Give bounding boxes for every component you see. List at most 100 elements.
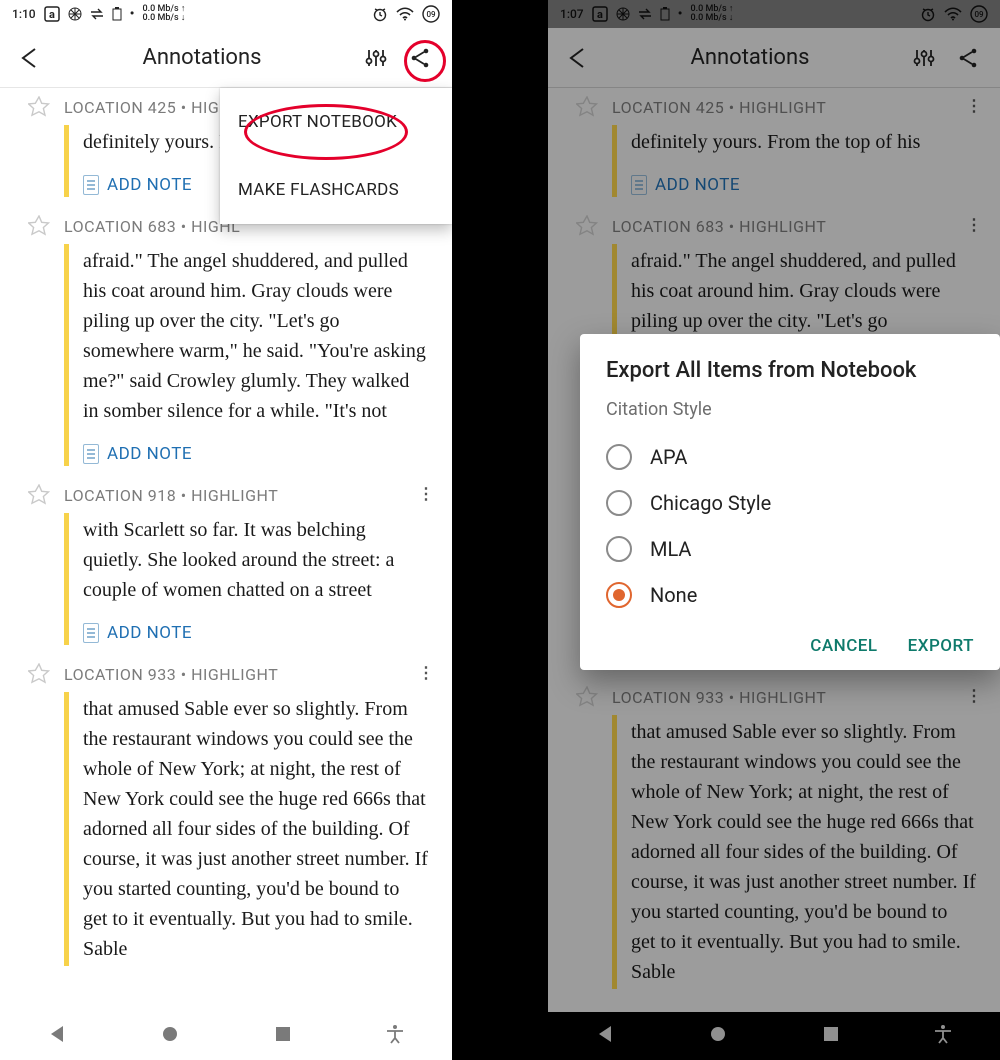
radio-icon[interactable] — [606, 490, 632, 516]
highlight-text: afraid." The angel shuddered, and pulled… — [83, 246, 428, 426]
highlight-text: with Scarlett so far. It was belching qu… — [83, 515, 428, 605]
app-bar: Annotations — [0, 28, 452, 88]
more-icon[interactable]: ⋮ — [966, 96, 982, 115]
annotation-entry[interactable]: ⋮LOCATION 425 • HIGHLIGHT definitely your… — [548, 88, 1000, 207]
page-title: Annotations — [598, 45, 902, 70]
add-note-button[interactable]: ADD NOTE — [631, 175, 976, 195]
system-nav — [548, 1012, 1000, 1060]
nav-home-icon[interactable] — [708, 1024, 728, 1048]
network-speed: 0.0 Mb/s ↑ 0.0 Mb/s ↓ — [143, 5, 186, 23]
highlight-text: definitely yours. From the top of his — [631, 127, 976, 157]
wifi-icon — [944, 7, 962, 21]
option-label: MLA — [650, 537, 691, 561]
sync-icon — [638, 8, 652, 20]
snow-icon — [616, 7, 630, 21]
nav-accessibility-icon[interactable] — [385, 1024, 405, 1048]
nav-back-icon[interactable] — [47, 1024, 67, 1048]
export-dialog: Export All Items from Notebook Citation … — [580, 334, 1000, 670]
clock: 1:07 — [560, 7, 584, 21]
share-button[interactable] — [398, 46, 442, 70]
svg-text:a: a — [597, 8, 603, 21]
menu-export-notebook[interactable]: EXPORT NOTEBOOK — [220, 88, 452, 156]
highlight-text: that amused Sable ever so slightly. From… — [83, 694, 428, 964]
add-note-button[interactable]: ADD NOTE — [83, 623, 428, 643]
option-label: APA — [650, 445, 687, 469]
annotation-entry[interactable]: ⋮LOCATION 933 • HIGHLIGHT that amused Sab… — [548, 678, 1000, 999]
star-icon[interactable] — [576, 686, 598, 712]
status-bar: 1:07 a • 0.0 Mb/s ↑ 0.0 Mb/s ↓ 09 — [548, 0, 1000, 28]
snow-icon — [68, 7, 82, 21]
nav-back-icon[interactable] — [595, 1024, 615, 1048]
entry-meta: LOCATION 683 • HIGHLIGHT — [612, 217, 976, 236]
clock: 1:10 — [12, 7, 36, 21]
option-label: Chicago Style — [650, 491, 771, 515]
more-icon[interactable]: ⋮ — [418, 484, 434, 503]
radio-icon[interactable] — [606, 536, 632, 562]
alarm-icon — [920, 6, 936, 22]
star-icon[interactable] — [28, 215, 50, 241]
annotation-entry[interactable]: ⋮LOCATION 918 • HIGHLIGHT with Scarlett s… — [0, 476, 452, 655]
more-icon[interactable]: ⋮ — [418, 663, 434, 682]
add-note-button[interactable]: ADD NOTE — [83, 444, 428, 464]
filter-button[interactable] — [354, 46, 398, 70]
star-icon[interactable] — [28, 484, 50, 510]
filter-button[interactable] — [902, 46, 946, 70]
nav-recent-icon[interactable] — [822, 1025, 840, 1047]
battery-badge-icon: 09 — [422, 5, 440, 23]
radio-icon[interactable] — [606, 582, 632, 608]
note-icon — [83, 623, 99, 643]
svg-text:09: 09 — [974, 10, 984, 19]
citation-option[interactable]: Chicago Style — [606, 480, 974, 526]
menu-make-flashcards[interactable]: MAKE FLASHCARDS — [220, 156, 452, 224]
annotation-list: LOCATION 425 • HIGHLdefinitely yours. Fr… — [0, 88, 452, 1012]
phone-left: 1:10 a • 0.0 Mb/s ↑ 0.0 Mb/s ↓ 09 — [0, 0, 452, 1060]
note-icon — [631, 175, 647, 195]
nav-home-icon[interactable] — [160, 1024, 180, 1048]
annotation-entry[interactable]: ⋮LOCATION 933 • HIGHLIGHT that amused Sab… — [0, 655, 452, 976]
more-icon[interactable]: ⋮ — [966, 686, 982, 705]
dialog-subtitle: Citation Style — [606, 399, 974, 420]
dialog-export-button[interactable]: EXPORT — [908, 636, 974, 656]
share-button[interactable] — [946, 46, 990, 70]
app-icon: a — [44, 6, 60, 22]
back-button[interactable] — [10, 45, 50, 71]
star-icon[interactable] — [576, 215, 598, 241]
network-speed: 0.0 Mb/s ↑ 0.0 Mb/s ↓ — [691, 5, 734, 23]
highlight-text: that amused Sable ever so slightly. From… — [631, 717, 976, 987]
nav-accessibility-icon[interactable] — [933, 1024, 953, 1048]
svg-text:09: 09 — [426, 10, 436, 19]
star-icon[interactable] — [576, 96, 598, 122]
annotation-entry[interactable]: LOCATION 683 • HIGHLafraid." The angel s… — [0, 207, 452, 476]
battery-small-icon — [112, 7, 122, 21]
svg-text:a: a — [49, 8, 55, 21]
radio-icon[interactable] — [606, 444, 632, 470]
citation-option[interactable]: APA — [606, 434, 974, 480]
overflow-menu: EXPORT NOTEBOOK MAKE FLASHCARDS — [220, 88, 452, 224]
note-icon — [83, 444, 99, 464]
battery-badge-icon: 09 — [970, 5, 988, 23]
app-icon: a — [592, 6, 608, 22]
alarm-icon — [372, 6, 388, 22]
wifi-icon — [396, 7, 414, 21]
entry-meta: LOCATION 933 • HIGHLIGHT — [64, 665, 428, 684]
back-button[interactable] — [558, 45, 598, 71]
phone-right: 1:07 a • 0.0 Mb/s ↑ 0.0 Mb/s ↓ 09 — [548, 0, 1000, 1060]
more-icon[interactable]: ⋮ — [966, 215, 982, 234]
entry-meta: LOCATION 918 • HIGHLIGHT — [64, 486, 428, 505]
dialog-cancel-button[interactable]: CANCEL — [810, 636, 877, 656]
battery-small-icon — [660, 7, 670, 21]
citation-option[interactable]: MLA — [606, 526, 974, 572]
star-icon[interactable] — [28, 96, 50, 122]
nav-recent-icon[interactable] — [274, 1025, 292, 1047]
entry-meta: LOCATION 425 • HIGHLIGHT — [612, 98, 976, 117]
dialog-title: Export All Items from Notebook — [606, 358, 974, 383]
note-icon — [83, 175, 99, 195]
system-nav — [0, 1012, 452, 1060]
page-title: Annotations — [50, 45, 354, 70]
status-bar: 1:10 a • 0.0 Mb/s ↑ 0.0 Mb/s ↓ 09 — [0, 0, 452, 28]
entry-meta: LOCATION 933 • HIGHLIGHT — [612, 688, 976, 707]
star-icon[interactable] — [28, 663, 50, 689]
option-label: None — [650, 583, 697, 607]
citation-option[interactable]: None — [606, 572, 974, 618]
app-bar: Annotations — [548, 28, 1000, 88]
